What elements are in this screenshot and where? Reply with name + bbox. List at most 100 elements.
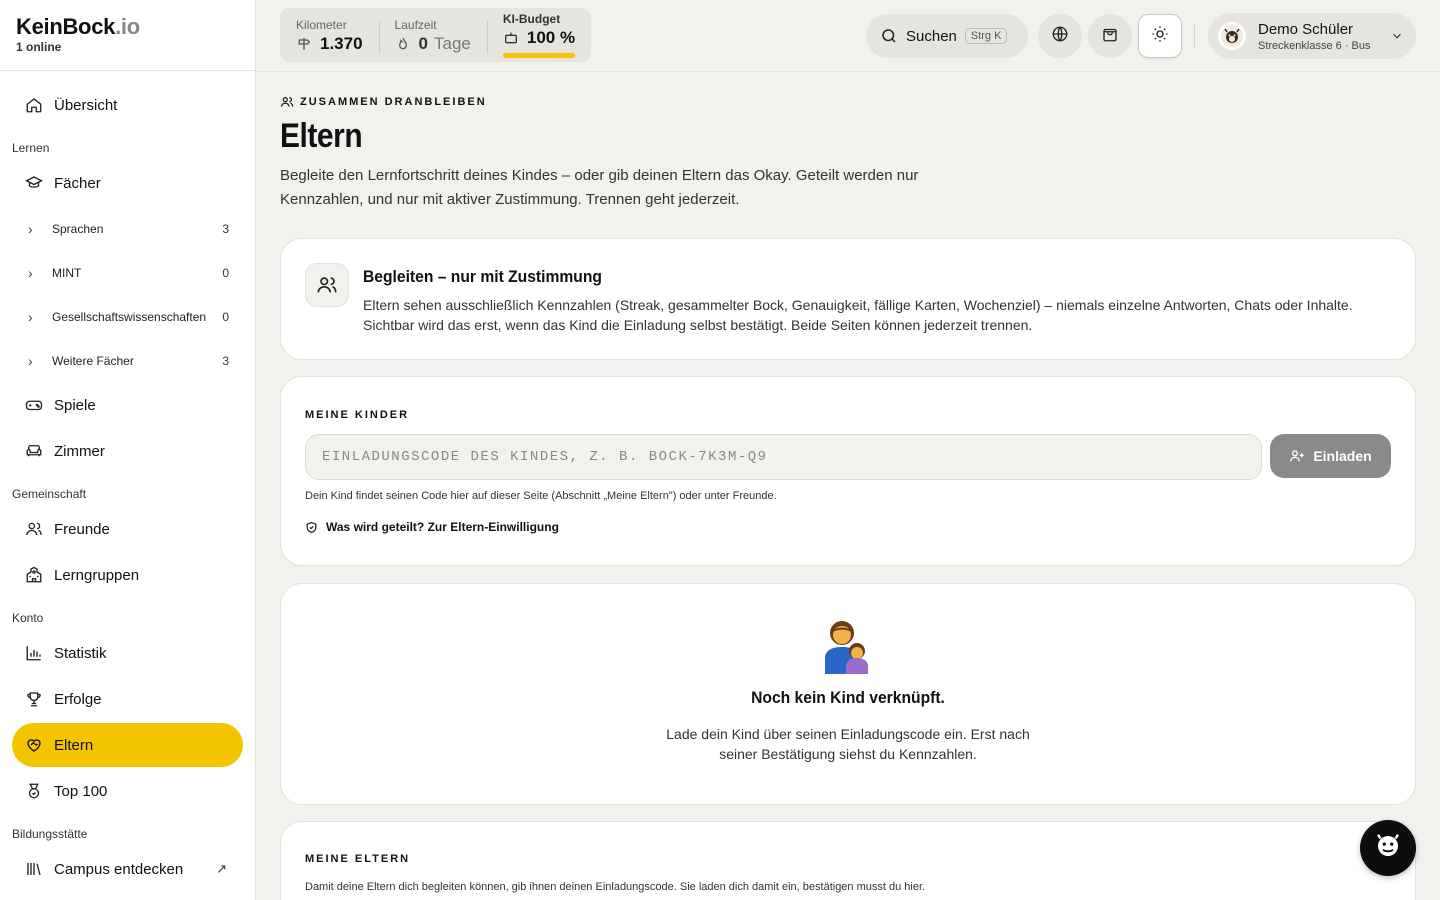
- shop-button[interactable]: [1088, 14, 1132, 58]
- nav-section-account: Konto: [12, 611, 44, 625]
- users-icon: [280, 95, 294, 109]
- empty-state-text: Lade dein Kind über seinen Einladungscod…: [666, 726, 1030, 762]
- subject-group-count: 3: [222, 354, 229, 368]
- search-label: Suchen: [906, 27, 957, 45]
- shopping-bag-icon: [1101, 25, 1119, 48]
- subject-group-more[interactable]: › Weitere Fächer 3: [12, 339, 243, 383]
- km-value: 1.370: [320, 34, 363, 53]
- invite-button[interactable]: Einladen: [1270, 434, 1391, 478]
- sidebar-item-achievements[interactable]: Erfolge: [12, 677, 243, 721]
- parent-child-emoji-icon: [281, 618, 1415, 674]
- nav-section-learn: Lernen: [12, 141, 50, 155]
- streak-value: 0: [418, 34, 429, 53]
- library-icon: [24, 859, 44, 879]
- sidebar-item-label: Statistik: [54, 644, 107, 662]
- page-intro: Begleite den Lernfortschritt deines Kind…: [280, 167, 919, 208]
- chevron-right-icon: ›: [28, 309, 33, 325]
- goat-mascot-icon: [1373, 831, 1403, 866]
- nav-section-campus: Bildungsstätte: [12, 827, 88, 841]
- sidebar-item-parents[interactable]: Eltern: [12, 723, 243, 767]
- home-icon: [24, 95, 44, 115]
- empty-state-card: Noch kein Kind verknüpft. Lade dein Kind…: [280, 583, 1416, 805]
- subject-group-stem[interactable]: › MINT 0: [12, 251, 243, 295]
- sidebar-item-label: Fächer: [54, 174, 101, 192]
- subject-group-label: Gesellschaftswissenschaften: [52, 310, 207, 324]
- page-title: Eltern: [280, 117, 363, 155]
- subject-group-social-sciences[interactable]: › Gesellschaftswissenschaften 0: [12, 295, 243, 339]
- stat-label: Laufzeit: [394, 18, 437, 32]
- eyebrow-text: ZUSAMMEN DRANBLEIBEN: [300, 96, 487, 108]
- sidebar-item-study-groups[interactable]: Lerngruppen: [12, 553, 243, 597]
- subject-group-count: 3: [222, 222, 229, 236]
- stat-kilometers: Kilometer 1.370: [280, 8, 379, 62]
- online-count: 1 online: [16, 40, 62, 54]
- stat-value: 0 Tage: [395, 34, 471, 54]
- sidebar-item-label: Lerngruppen: [54, 566, 140, 584]
- sidebar-item-overview[interactable]: Übersicht: [12, 83, 243, 127]
- sidebar-item-label: Eltern: [54, 736, 94, 754]
- user-name: Demo Schüler: [1258, 20, 1354, 38]
- stat-label: KI-Budget: [502, 12, 561, 26]
- search-shortcut: Strg K: [964, 28, 1008, 44]
- goat-avatar-icon: [1221, 25, 1243, 47]
- heart-handshake-icon: [24, 735, 44, 755]
- robot-icon: [503, 30, 521, 46]
- user-info: Demo Schüler Streckenklasse 6 · Bus: [1258, 21, 1371, 52]
- avatar: [1218, 22, 1246, 50]
- trophy-icon: [24, 689, 44, 709]
- sidebar-item-label: Campus entdecken: [54, 860, 184, 878]
- sidebar-item-label: Erfolge: [54, 690, 102, 708]
- subject-group-label: MINT: [52, 266, 82, 280]
- sidebar-item-label: Zimmer: [54, 442, 105, 460]
- stats-panel: Kilometer 1.370 Laufzeit 0 Tage KI-Budge…: [280, 8, 592, 62]
- assistant-button[interactable]: [1360, 820, 1416, 876]
- language-button[interactable]: [1038, 14, 1082, 58]
- sofa-icon: [24, 441, 44, 461]
- user-menu[interactable]: Demo Schüler Streckenklasse 6 · Bus: [1208, 13, 1416, 59]
- sidebar-item-label: Top 100: [54, 782, 108, 800]
- chevron-down-icon: [1390, 29, 1404, 43]
- stat-ai-budget: KI-Budget 100 %: [486, 8, 591, 62]
- theme-toggle-button[interactable]: [1138, 14, 1182, 58]
- brand: KeinBock.io 1 online: [0, 0, 255, 71]
- signpost-icon: [296, 36, 314, 52]
- sidebar-item-top100[interactable]: Top 100: [12, 769, 243, 813]
- subject-group-count: 0: [222, 310, 229, 324]
- search-icon: [880, 27, 898, 45]
- sidebar-item-friends[interactable]: Freunde: [12, 507, 243, 551]
- page-eyebrow: ZUSAMMEN DRANBLEIBEN: [280, 95, 1416, 109]
- my-parents-description: Damit deine Eltern dich begleiten können…: [305, 881, 926, 893]
- subject-group-count: 0: [222, 266, 229, 280]
- my-children-card: MEINE KINDER Einladen Dein Kind findet s…: [280, 376, 1416, 566]
- subject-group-label: Sprachen: [52, 222, 104, 236]
- brand-name: KeinBock: [16, 14, 116, 39]
- consent-info-card: Begleiten – nur mit Zustimmung Eltern se…: [280, 238, 1416, 360]
- stat-value: 100 %: [503, 28, 575, 48]
- sidebar-item-campus[interactable]: Campus entdecken ↗: [12, 847, 243, 891]
- subject-group-languages[interactable]: › Sprachen 3: [12, 207, 243, 251]
- divider: [1194, 24, 1195, 48]
- budget-value: 100 %: [526, 28, 576, 47]
- sidebar-item-games[interactable]: Spiele: [12, 383, 243, 427]
- stat-value: 1.370: [296, 34, 363, 54]
- invite-code-input[interactable]: [305, 434, 1262, 480]
- sidebar-item-label: Spiele: [54, 396, 96, 414]
- consent-link[interactable]: Was wird geteilt? Zur Eltern-Einwilligun…: [305, 520, 559, 534]
- shield-check-icon: [305, 521, 318, 534]
- consent-card-text: Eltern sehen ausschließlich Kennzahlen (…: [363, 297, 1353, 333]
- my-parents-card: MEINE ELTERN Damit deine Eltern dich beg…: [280, 821, 1416, 900]
- graduation-cap-icon: [24, 173, 44, 193]
- stat-streak: Laufzeit 0 Tage: [378, 8, 487, 62]
- chevron-right-icon: ›: [28, 265, 33, 281]
- sidebar-item-subjects[interactable]: Fächer: [12, 161, 243, 205]
- sidebar-item-stats[interactable]: Statistik: [12, 631, 243, 675]
- bar-chart-icon: [24, 643, 44, 663]
- globe-icon: [1051, 25, 1069, 48]
- sidebar: KeinBock.io 1 online Übersicht Lernen Fä…: [0, 0, 256, 900]
- brand-logo[interactable]: KeinBock.io: [16, 14, 239, 40]
- sidebar-item-room[interactable]: Zimmer: [12, 429, 243, 473]
- search-button[interactable]: Suchen Strg K: [866, 14, 1028, 58]
- flame-icon: [395, 36, 413, 52]
- users-icon: [24, 519, 44, 539]
- consent-link-label: Was wird geteilt? Zur Eltern-Einwilligun…: [326, 520, 559, 534]
